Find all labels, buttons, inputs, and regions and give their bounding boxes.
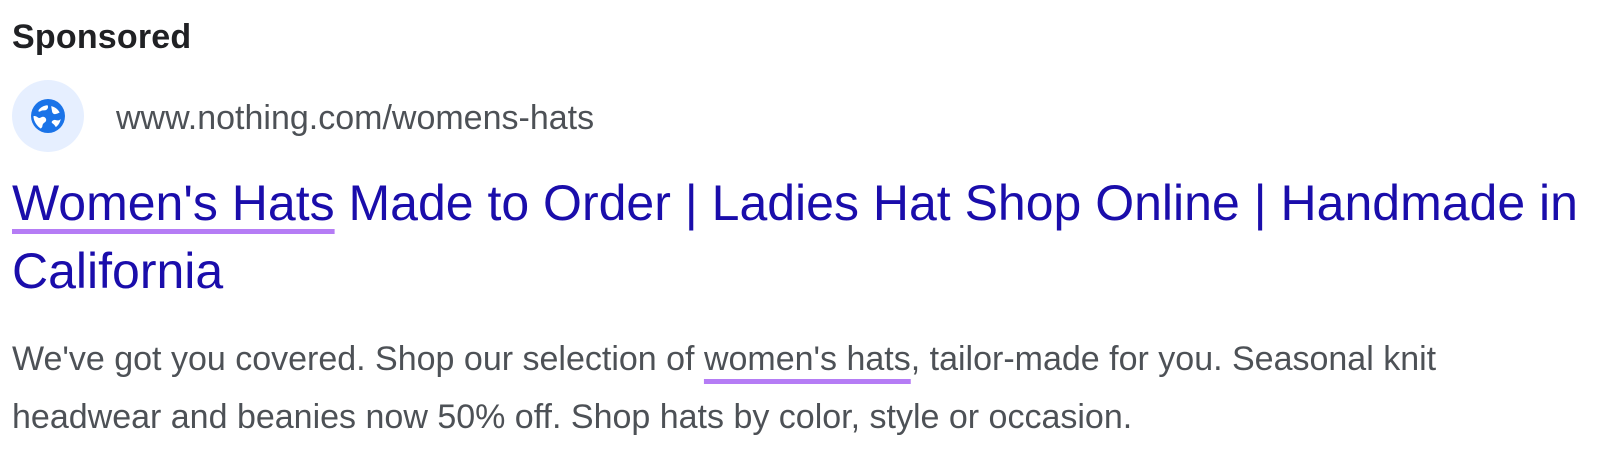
display-url[interactable]: www.nothing.com/womens-hats: [116, 98, 594, 138]
ad-headline-link[interactable]: Women's Hats Made to Order | Ladies Hat …: [12, 169, 1587, 305]
ad-source[interactable]: www.nothing.com/womens-hats: [12, 79, 594, 153]
description-text-before: We've got you covered. Shop our selectio…: [12, 340, 704, 378]
description-keyword-highlight: women's hats: [703, 340, 911, 378]
ad-description: We've got you covered. Shop our selectio…: [12, 330, 1592, 446]
headline-keyword-highlight[interactable]: Women's Hats: [12, 175, 335, 231]
sponsored-label: Sponsored: [12, 18, 192, 56]
sponsored-search-result: Sponsored www.nothing.com/womens-hats Wo…: [12, 0, 1592, 467]
globe-icon: [12, 80, 84, 152]
